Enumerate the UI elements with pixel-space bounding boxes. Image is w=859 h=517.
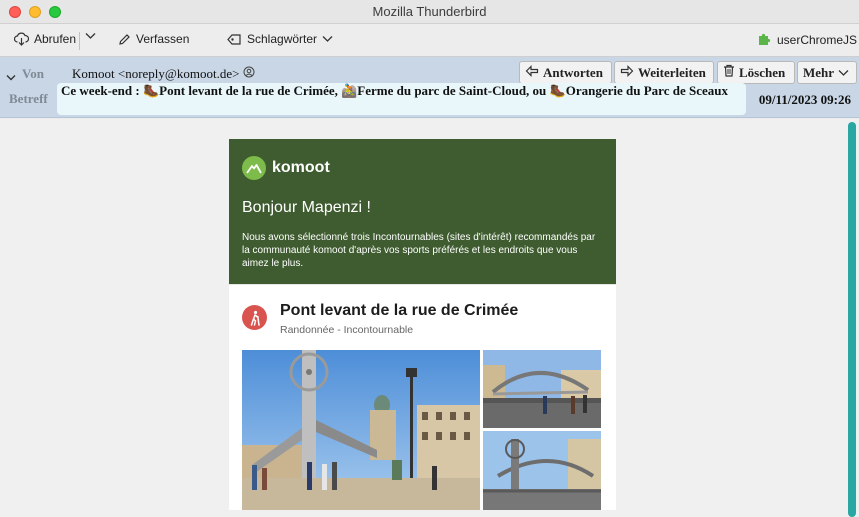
bridge-photo-2[interactable] <box>483 350 601 428</box>
more-button[interactable]: Mehr <box>797 61 857 84</box>
write-label: Verfassen <box>136 32 190 46</box>
forward-icon <box>620 64 634 81</box>
hiking-icon <box>242 305 267 330</box>
userchromejs-label: userChromeJS <box>777 32 858 47</box>
intro-text: Nous avons sélectionné trois Incontourna… <box>242 232 596 269</box>
reply-label: Antworten <box>543 64 603 80</box>
window-title: Mozilla Thunderbird <box>372 4 487 19</box>
more-label: Mehr <box>803 64 835 80</box>
highlight-card[interactable]: Pont levant de la rue de Crimée Randonné… <box>229 284 616 510</box>
delete-button[interactable]: Löschen <box>717 61 795 84</box>
card-subtitle: Randonnée - Incontournable <box>280 324 414 336</box>
tag-icon <box>227 33 242 46</box>
subject-field: Ce week-end : 🥾Pont levant de la rue de … <box>57 83 746 115</box>
card-header: Pont levant de la rue de Crimée Randonné… <box>242 302 603 336</box>
chevron-down-icon <box>85 32 96 40</box>
vertical-scrollbar[interactable] <box>848 122 856 517</box>
forward-button[interactable]: Weiterleiten <box>614 61 714 84</box>
date-field: 09/11/2023 09:26 <box>758 92 851 107</box>
message-body[interactable]: komoot Bonjour Mapenzi ! Nous avons séle… <box>0 119 859 517</box>
delete-label: Löschen <box>739 64 786 80</box>
subject-label: Betreff <box>9 91 48 106</box>
contact-icon <box>243 66 255 82</box>
reply-button[interactable]: Antworten <box>519 61 612 84</box>
tags-button[interactable]: Schlagwörter <box>227 32 333 46</box>
tags-label: Schlagwörter <box>247 32 318 46</box>
from-address: Komoot <noreply@komoot.de> <box>72 66 240 81</box>
main-toolbar: Abrufen Verfassen Schlagwörter userChrom… <box>0 24 859 57</box>
chevron-down-icon <box>838 65 849 81</box>
from-field[interactable]: Komoot <noreply@komoot.de> <box>72 66 255 82</box>
komoot-logo[interactable]: komoot <box>242 156 603 180</box>
puzzle-piece-icon <box>757 32 772 47</box>
toolbar-separator <box>79 32 80 50</box>
get-messages-button[interactable]: Abrufen <box>14 32 76 46</box>
reply-icon <box>525 64 539 81</box>
header-toggle-chevron-icon[interactable] <box>6 69 16 87</box>
email-content: komoot Bonjour Mapenzi ! Nous avons séle… <box>229 139 616 510</box>
chevron-down-icon <box>322 35 333 43</box>
bridge-photo-3[interactable] <box>483 431 601 510</box>
komoot-mountain-icon <box>242 156 266 180</box>
cloud-download-icon <box>14 32 29 46</box>
write-button[interactable]: Verfassen <box>118 32 189 46</box>
get-messages-dropdown[interactable] <box>85 32 96 40</box>
photo-gallery <box>242 350 603 510</box>
userchromejs-button[interactable]: userChromeJS <box>757 32 857 47</box>
thunderbird-window: Mozilla Thunderbird Abrufen Verfassen Sc <box>0 0 859 517</box>
title-bar: Mozilla Thunderbird <box>0 0 859 24</box>
from-label: Von <box>22 66 44 81</box>
bridge-photo-main[interactable] <box>242 350 480 510</box>
komoot-wordmark: komoot <box>272 159 330 176</box>
card-title[interactable]: Pont levant de la rue de Crimée <box>280 302 518 320</box>
email-banner: komoot Bonjour Mapenzi ! Nous avons séle… <box>229 139 616 284</box>
forward-label: Weiterleiten <box>638 64 706 80</box>
get-messages-label: Abrufen <box>34 32 77 46</box>
greeting-text: Bonjour Mapenzi ! <box>242 199 371 216</box>
message-header: Von Komoot <noreply@komoot.de> Antworten… <box>0 57 859 118</box>
trash-icon <box>723 64 735 81</box>
card-text: Pont levant de la rue de Crimée Randonné… <box>280 302 518 336</box>
pencil-icon <box>118 33 131 46</box>
